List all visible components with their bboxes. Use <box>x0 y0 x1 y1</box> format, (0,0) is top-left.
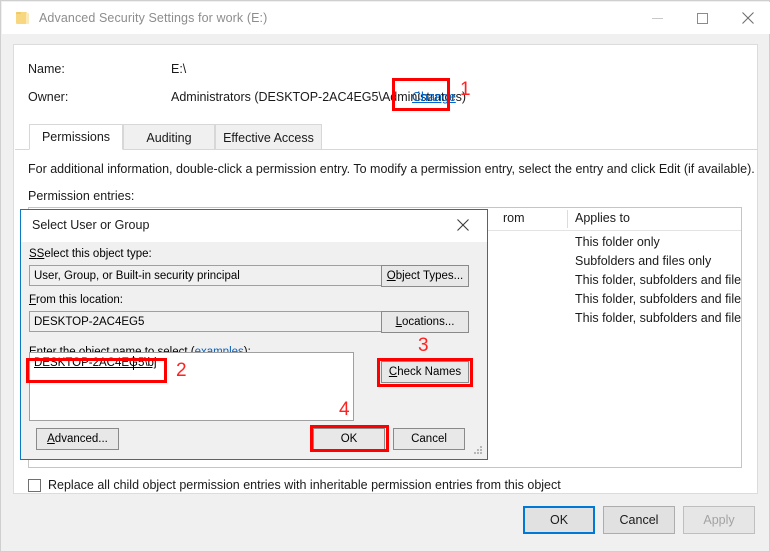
tab-strip: Permissions Auditing Effective Access <box>15 124 758 150</box>
object-type-value: User, Group, or Built-in security princi… <box>34 269 240 282</box>
grid-header-inherited-from-partial: rom <box>503 211 525 225</box>
tab-permissions[interactable]: Permissions <box>29 124 123 150</box>
folder-icon <box>14 10 30 26</box>
modal-close-icon[interactable] <box>441 210 485 240</box>
modal-titlebar: Select User or Group <box>21 210 487 242</box>
screenshot-root: Advanced Security Settings for work (E:)… <box>0 0 770 552</box>
permission-entries-label: Permission entries: <box>28 189 135 203</box>
location-input[interactable]: DESKTOP-2AC4EG5 <box>29 311 382 332</box>
from-location-label: From this location: <box>29 294 123 306</box>
window-title: Advanced Security Settings for work (E:) <box>39 11 268 25</box>
object-name-value: DESKTOP-2AC4EG5\bj <box>34 357 157 369</box>
tab-effective-access[interactable]: Effective Access <box>215 124 322 150</box>
change-owner-link[interactable]: Change <box>412 90 456 104</box>
modal-title: Select User or Group <box>32 218 150 232</box>
table-row[interactable]: This folder, subfolders and files <box>575 292 741 306</box>
tab-auditing[interactable]: Auditing <box>123 124 215 150</box>
main-button-bar: OK Cancel Apply <box>1 506 770 536</box>
object-type-label: SSelect this object type:Select this obj… <box>29 248 152 260</box>
object-types-button-label: Object Types... <box>386 270 464 282</box>
modal-ok-button-label: OK <box>340 433 358 445</box>
resize-grip-icon[interactable] <box>473 446 483 456</box>
replace-child-permissions-row[interactable]: Replace all child object permission entr… <box>28 478 561 492</box>
owner-label: Owner: <box>28 90 69 104</box>
name-label: Name: <box>28 62 65 76</box>
modal-cancel-button[interactable]: Cancel <box>393 428 465 450</box>
main-cancel-button[interactable]: Cancel <box>603 506 675 534</box>
check-names-button[interactable]: Check Names <box>381 361 469 383</box>
close-icon[interactable] <box>725 2 770 34</box>
info-text: For additional information, double-click… <box>28 162 755 176</box>
table-row[interactable]: This folder only <box>575 235 660 249</box>
maximize-icon[interactable] <box>680 2 725 34</box>
modal-ok-button[interactable]: OK <box>313 428 385 450</box>
table-row[interactable]: This folder, subfolders and files <box>575 273 741 287</box>
modal-advanced-button-label: Advanced... <box>47 433 108 445</box>
main-ok-button[interactable]: OK <box>523 506 595 534</box>
object-types-button[interactable]: Object Types... <box>381 265 469 287</box>
object-type-input[interactable]: User, Group, or Built-in security princi… <box>29 265 382 286</box>
modal-cancel-button-label: Cancel <box>411 433 447 445</box>
grid-header-applies-to: Applies to <box>575 211 630 225</box>
locations-button-label: Locations... <box>395 316 455 328</box>
object-name-input[interactable]: DESKTOP-2AC4EG5\bj <box>29 352 354 421</box>
main-apply-button: Apply <box>683 506 755 534</box>
window-titlebar: Advanced Security Settings for work (E:) <box>2 2 770 34</box>
table-row[interactable]: This folder, subfolders and files <box>575 311 741 325</box>
modal-advanced-button[interactable]: Advanced... <box>36 428 119 450</box>
name-value: E:\ <box>171 62 187 76</box>
locations-button[interactable]: Locations... <box>381 311 469 333</box>
location-value: DESKTOP-2AC4EG5 <box>34 315 145 328</box>
window-controls <box>635 2 770 34</box>
replace-child-permissions-label: Replace all child object permission entr… <box>48 478 561 492</box>
column-separator <box>567 210 568 228</box>
check-names-button-label: Check Names <box>388 366 462 378</box>
text-caret <box>133 356 134 370</box>
replace-child-permissions-checkbox[interactable] <box>28 478 41 492</box>
minimize-icon[interactable] <box>635 2 680 34</box>
table-row[interactable]: Subfolders and files only <box>575 254 711 268</box>
select-user-or-group-dialog: Select User or Group <box>20 209 488 460</box>
